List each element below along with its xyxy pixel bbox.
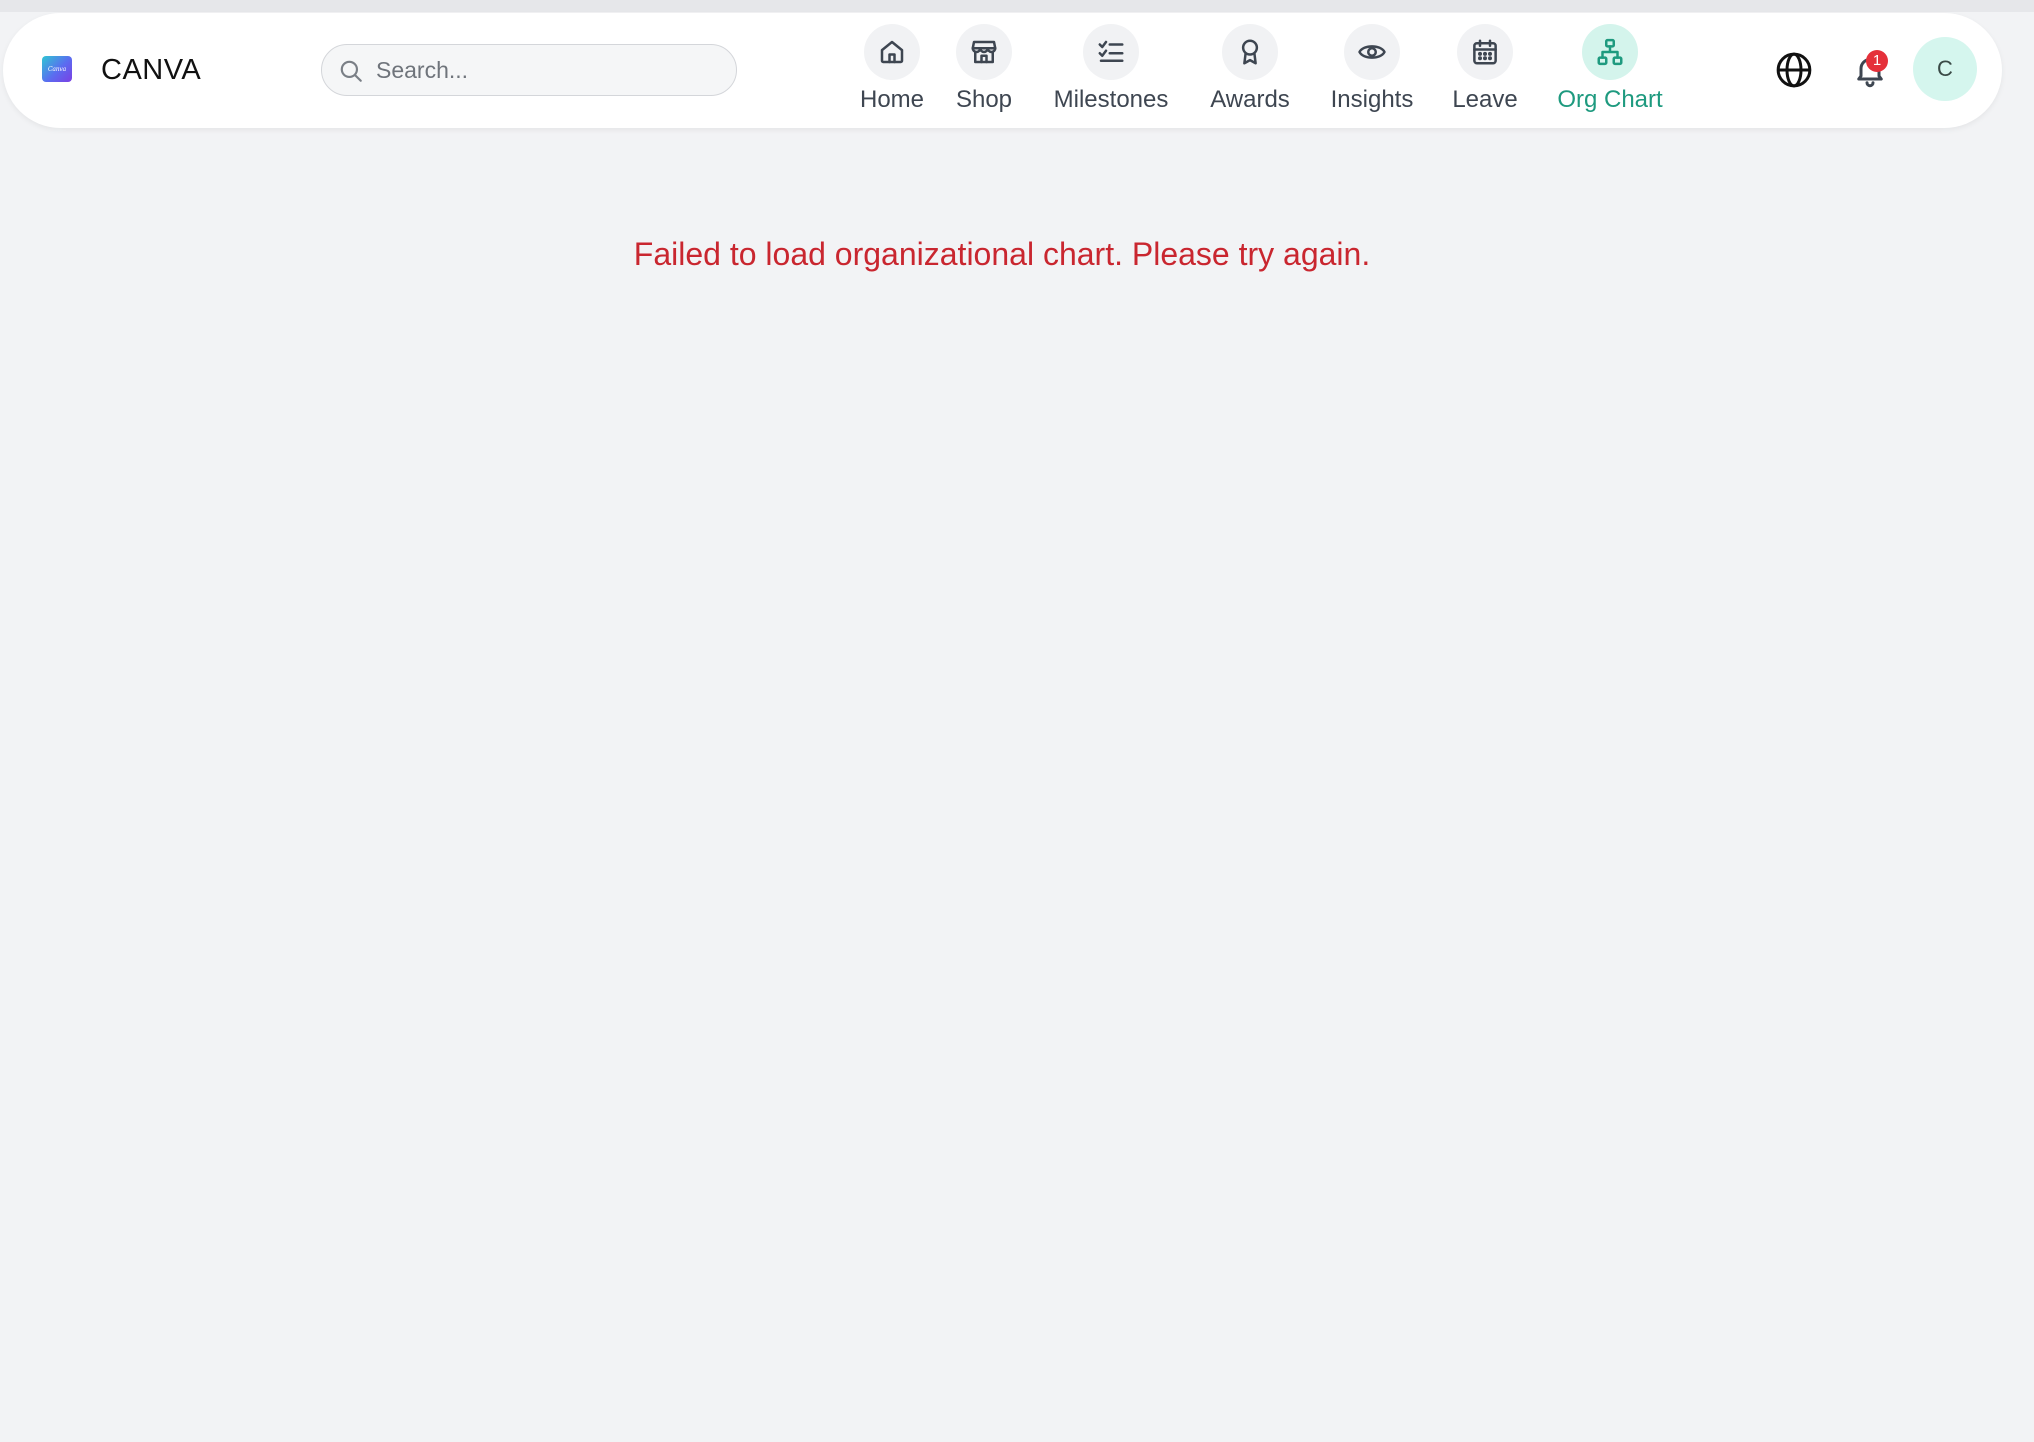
store-icon [971,40,997,64]
nav-item-leave[interactable]: Leave [1452,24,1518,120]
calendar-icon [1473,39,1497,65]
nav-label-insights: Insights [1330,86,1414,113]
nav-item-home[interactable]: Home [849,24,935,120]
search-input[interactable] [376,53,716,87]
org-chart-icon [1597,38,1623,66]
nav-icon-wrap [956,24,1012,80]
nav-label-home: Home [859,86,925,113]
nav-item-shop[interactable]: Shop [955,24,1013,120]
error-message: Failed to load organizational chart. Ple… [633,236,1371,272]
nav-icon-wrap [1582,24,1638,80]
canva-logo[interactable]: Canva [42,56,72,82]
avatar[interactable]: C [1913,37,1977,101]
nav-item-insights[interactable]: Insights [1329,24,1415,120]
nav-label-milestones: Milestones [1053,86,1169,113]
nav-icon-wrap [864,24,920,80]
nav-item-milestones[interactable]: Milestones [1052,24,1170,120]
nav-label-leave: Leave [1452,86,1518,113]
brand-name[interactable]: CANVA [101,52,201,88]
checklist-icon [1098,40,1124,62]
award-icon [1241,39,1259,65]
logo-text: Canva [48,65,66,73]
home-icon [880,40,904,64]
globe-icon[interactable] [1774,50,1814,90]
notification-badge: 1 [1866,50,1888,72]
search-box[interactable] [321,44,737,96]
nav-label-org-chart: Org Chart [1557,86,1663,113]
nav-label-shop: Shop [955,86,1013,113]
nav-icon-wrap [1083,24,1139,80]
nav-label-awards: Awards [1210,86,1290,113]
nav-icon-wrap [1457,24,1513,80]
search-icon [340,60,362,82]
nav-item-org-chart[interactable]: Org Chart [1554,24,1666,120]
nav-icon-wrap [1222,24,1278,80]
nav-item-awards[interactable]: Awards [1209,24,1291,120]
browser-top-strip [0,0,2034,12]
nav-icon-wrap [1344,24,1400,80]
eye-icon [1358,45,1386,59]
